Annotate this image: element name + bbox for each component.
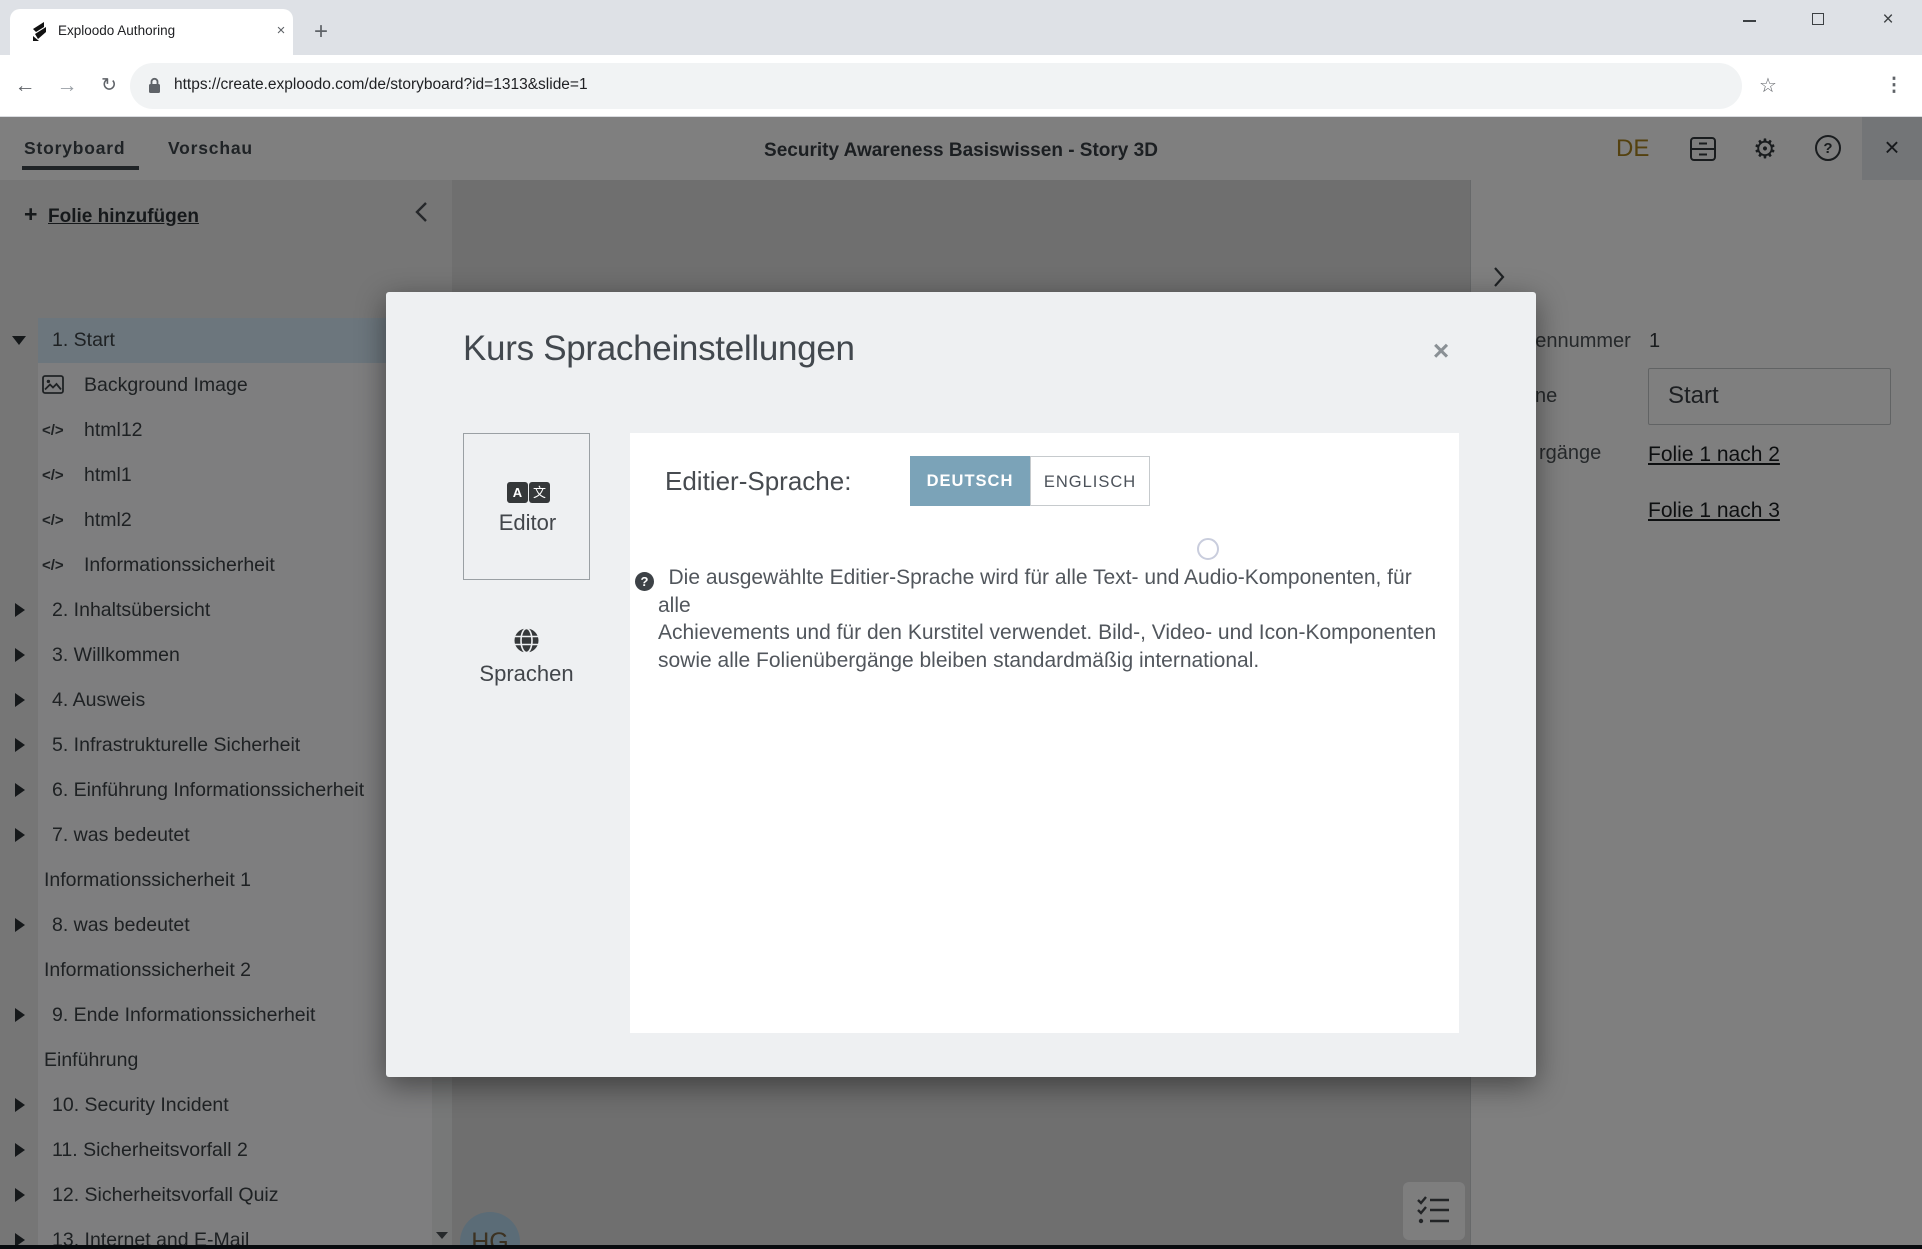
window-minimize-button[interactable]	[1726, 0, 1772, 40]
tab-close-icon[interactable]: ×	[270, 20, 292, 42]
minimize-icon	[1743, 20, 1756, 22]
lock-icon	[148, 77, 161, 94]
bookmark-star-icon[interactable]: ☆	[1752, 69, 1784, 103]
tab-title: Exploodo Authoring	[58, 23, 175, 38]
new-tab-button[interactable]: +	[306, 18, 336, 48]
language-option-deutsch[interactable]: DEUTSCH	[910, 456, 1030, 506]
tab-sprachen[interactable]: Sprachen	[463, 617, 590, 687]
modal-title: Kurs Spracheinstellungen	[463, 329, 855, 369]
modal-close-icon[interactable]: ×	[1424, 334, 1458, 368]
globe-icon	[513, 627, 540, 654]
maximize-icon	[1812, 13, 1824, 25]
modal-info-text: Die ausgewählte Editier-Sprache wird für…	[658, 564, 1443, 674]
translate-a-glyph: A	[507, 482, 528, 503]
modal-content-panel: Editier-Sprache: DEUTSCH ENGLISCH ? Die …	[630, 433, 1459, 1033]
loading-spinner	[1197, 538, 1219, 560]
forward-button[interactable]: →	[50, 69, 84, 103]
exploodo-favicon	[30, 22, 49, 41]
browser-tabstrip: Exploodo Authoring × + ×	[0, 0, 1922, 55]
info-question-icon: ?	[635, 572, 654, 591]
url-text: https://create.exploodo.com/de/storyboar…	[174, 76, 588, 94]
language-option-englisch[interactable]: ENGLISCH	[1030, 456, 1150, 506]
course-language-modal: Kurs Spracheinstellungen × A 文 Editor Sp…	[386, 292, 1536, 1077]
editing-language-label: Editier-Sprache:	[665, 466, 851, 497]
back-button[interactable]: ←	[8, 69, 42, 103]
tab-sprachen-label: Sprachen	[463, 661, 590, 687]
browser-toolbar: ← → ↻ https://create.exploodo.com/de/sto…	[0, 55, 1922, 117]
window-maximize-button[interactable]	[1795, 0, 1841, 40]
window-close-button[interactable]: ×	[1865, 0, 1911, 40]
reload-button[interactable]: ↻	[92, 69, 126, 103]
browser-menu-icon[interactable]: ⋮	[1878, 69, 1910, 103]
translate-zh-glyph: 文	[529, 482, 550, 503]
tab-editor[interactable]: A 文 Editor	[463, 433, 590, 580]
tab-editor-label: Editor	[464, 510, 591, 536]
screen: Exploodo Authoring × + × ← → ↻ https://c…	[0, 0, 1922, 1249]
browser-tab[interactable]: Exploodo Authoring ×	[10, 9, 293, 55]
translate-icon: A 文	[507, 482, 550, 503]
window-close-icon: ×	[1865, 0, 1911, 40]
url-bar[interactable]: https://create.exploodo.com/de/storyboar…	[130, 63, 1742, 109]
